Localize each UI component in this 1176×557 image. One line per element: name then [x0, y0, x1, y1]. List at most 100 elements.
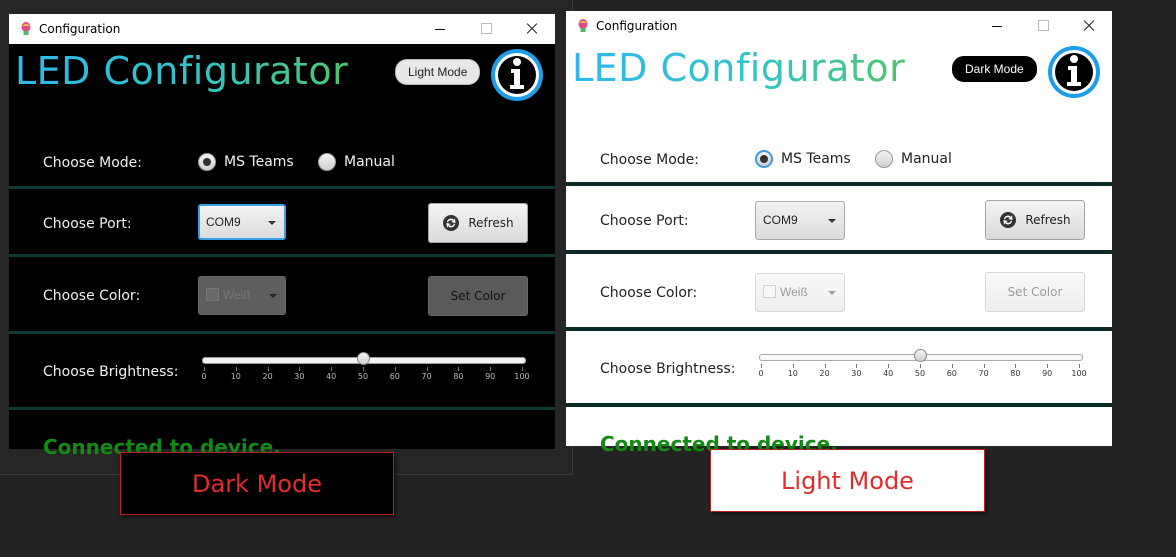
minimize-button[interactable] [417, 14, 463, 44]
dark-mode-window: Configuration LED Configurator Light Mod… [9, 14, 555, 459]
separator [9, 407, 555, 410]
radio-manual[interactable]: Manual [318, 153, 395, 171]
set-color-button[interactable]: Set Color [985, 272, 1085, 312]
slider-tick-label: 10 [230, 372, 241, 381]
slider-tick [1015, 364, 1017, 368]
slider-tick [394, 367, 396, 371]
slider-tick-label: 50 [914, 369, 926, 378]
chevron-down-icon [268, 221, 276, 225]
slider-tick-label: 80 [1010, 369, 1021, 378]
slider-tick-label: 40 [326, 372, 337, 381]
radio-label: Manual [344, 154, 395, 170]
chevron-down-icon [269, 294, 277, 298]
slider-tick-label: 60 [946, 369, 957, 378]
set-color-button-label: Set Color [450, 289, 506, 303]
slider-tick [235, 367, 237, 371]
slider-tick [204, 367, 205, 371]
port-select-value: COM9 [206, 215, 241, 229]
slider-tick [792, 364, 794, 368]
radio-ms-teams[interactable]: MS Teams [198, 153, 294, 171]
refresh-button-label: Refresh [468, 216, 514, 230]
slider-tick-label: 40 [883, 369, 894, 378]
window-title: Configuration [596, 19, 678, 33]
window-content: LED Configurator Dark Mode Choose Mode: … [566, 41, 1112, 456]
choose-mode-label: Choose Mode: [43, 155, 142, 171]
dark-mode-toggle-button[interactable]: Dark Mode [952, 56, 1037, 82]
slider-thumb[interactable] [357, 352, 370, 365]
slider-tick [888, 364, 890, 368]
separator [566, 250, 1112, 254]
window-title: Configuration [39, 22, 121, 36]
header: LED Configurator Dark Mode [566, 41, 1112, 121]
choose-port-label: Choose Port: [43, 216, 132, 232]
brightness-slider[interactable]: 0 10 20 30 40 50 60 70 80 90 100 [201, 352, 532, 393]
slider-tick-label: 10 [787, 369, 798, 378]
slider-tick [363, 367, 364, 371]
radio-dot[interactable] [318, 153, 336, 171]
radio-dot-selected[interactable] [755, 150, 773, 168]
separator [566, 182, 1112, 186]
slider-tick [522, 367, 523, 371]
refresh-button[interactable]: Refresh [985, 200, 1085, 240]
slider-tick [983, 364, 985, 368]
info-icon[interactable] [489, 47, 545, 103]
color-swatch-checkbox [763, 285, 776, 299]
radio-label: MS Teams [781, 151, 851, 167]
color-select[interactable]: Weiß [198, 276, 286, 315]
app-bulb-icon [21, 22, 31, 35]
close-button[interactable] [509, 14, 555, 44]
slider-tick [856, 364, 858, 368]
maximize-button[interactable] [463, 14, 509, 44]
light-mode-toggle-button[interactable]: Light Mode [395, 59, 481, 85]
slider-tick-label: 80 [453, 372, 464, 381]
choose-color-label: Choose Color: [43, 288, 141, 304]
radio-label: Manual [901, 151, 952, 167]
app-bulb-icon [578, 19, 588, 32]
choose-brightness-label: Choose Brightness: [600, 361, 736, 377]
slider-tick-label: 50 [357, 372, 369, 381]
slider-tick-label: 90 [1042, 369, 1053, 378]
light-mode-caption: Light Mode [710, 449, 985, 512]
window-content: LED Configurator Light Mode Choose Mode:… [9, 44, 555, 459]
slider-tick [458, 367, 460, 371]
slider-tick [920, 364, 921, 368]
dark-mode-caption: Dark Mode [120, 452, 394, 515]
maximize-button[interactable] [1020, 11, 1066, 41]
slider-tick [331, 367, 333, 371]
chevron-down-icon [828, 219, 836, 223]
radio-ms-teams[interactable]: MS Teams [755, 150, 851, 168]
set-color-button[interactable]: Set Color [428, 276, 528, 316]
choose-port-label: Choose Port: [600, 213, 689, 229]
chevron-down-icon [828, 291, 836, 295]
slider-tick-label: 0 [758, 369, 764, 378]
port-select[interactable]: COM9 [198, 204, 286, 240]
slider-tick [490, 367, 492, 371]
separator [9, 186, 555, 189]
port-select[interactable]: COM9 [755, 201, 845, 240]
radio-dot-selected[interactable] [198, 153, 216, 171]
color-select[interactable]: Weiß [755, 273, 845, 312]
slider-tick-label: 30 [294, 372, 305, 381]
slider-tick-label: 20 [819, 369, 830, 378]
minimize-button[interactable] [974, 11, 1020, 41]
refresh-button-label: Refresh [1025, 213, 1071, 227]
color-swatch-checkbox [206, 288, 219, 302]
slider-tick [426, 367, 428, 371]
slider-tick-label: 70 [421, 372, 432, 381]
slider-tick-label: 100 [514, 372, 530, 381]
refresh-icon [443, 215, 460, 231]
separator [9, 331, 555, 334]
choose-brightness-label: Choose Brightness: [43, 364, 179, 380]
slider-thumb[interactable] [914, 349, 927, 362]
refresh-button[interactable]: Refresh [428, 203, 528, 243]
refresh-icon [1000, 212, 1017, 228]
slider-tick [761, 364, 762, 368]
radio-manual[interactable]: Manual [875, 150, 952, 168]
info-icon[interactable] [1046, 44, 1102, 100]
slider-tick-label: 60 [389, 372, 400, 381]
app-heading: LED Configurator [572, 46, 906, 90]
brightness-slider[interactable]: 0 10 20 30 40 50 60 70 80 90 100 [758, 349, 1089, 390]
title-bar: Configuration [9, 14, 555, 44]
close-button[interactable] [1066, 11, 1112, 41]
radio-dot[interactable] [875, 150, 893, 168]
